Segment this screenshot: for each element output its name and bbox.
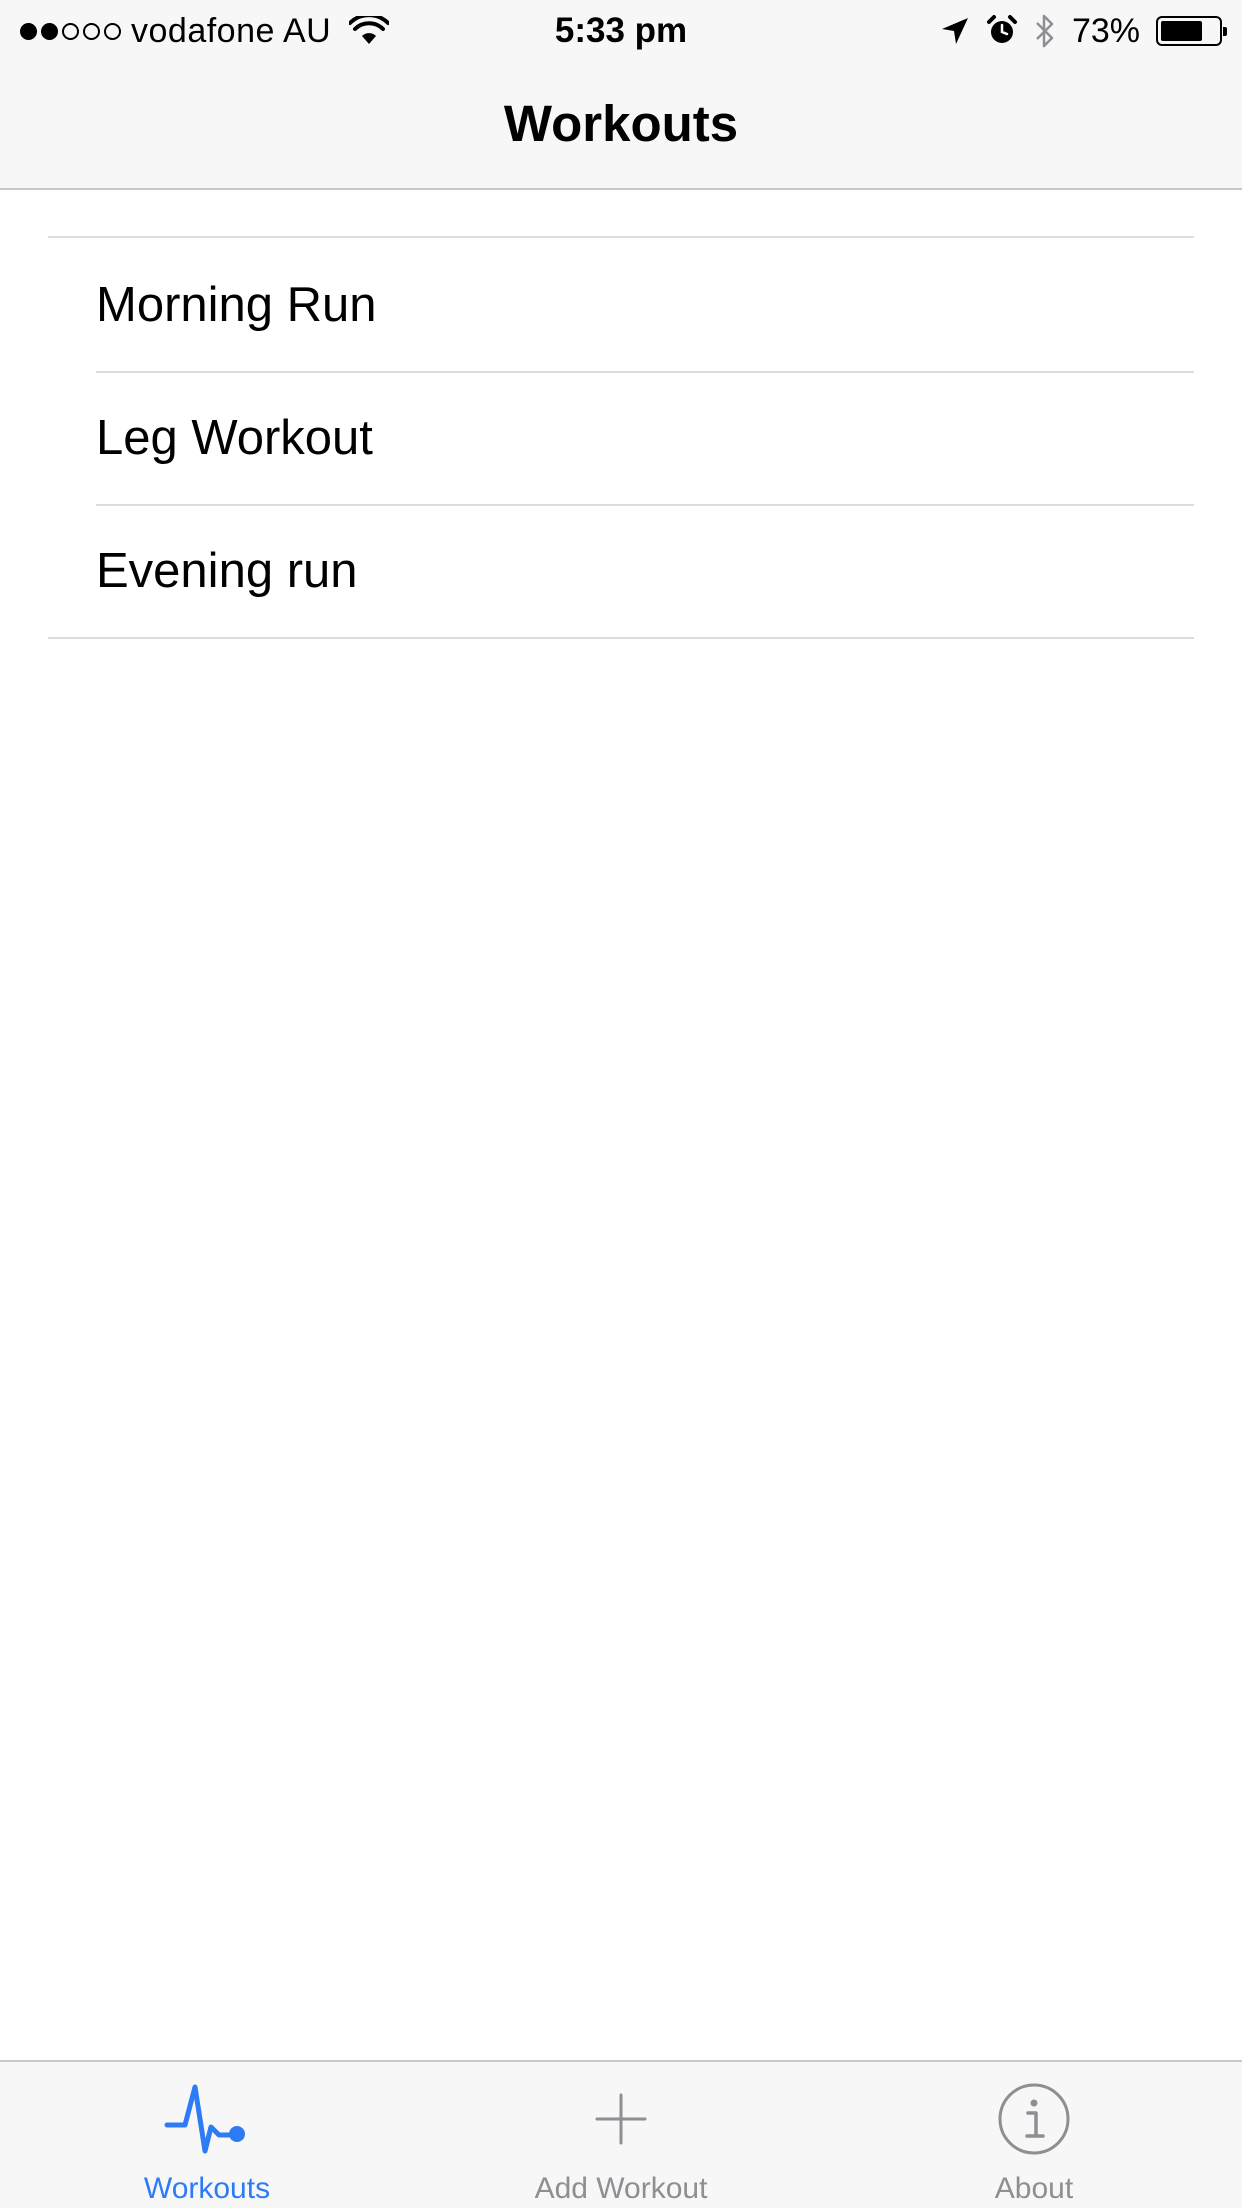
bluetooth-icon — [1036, 14, 1054, 48]
tab-about[interactable]: About — [884, 2062, 1184, 2208]
battery-icon — [1156, 16, 1227, 46]
plus-icon — [595, 2093, 647, 2145]
screen: vodafone AU 5:33 pm 73% Workouts Morning… — [0, 0, 1242, 2208]
location-arrow-icon — [941, 18, 968, 44]
workouts-table: Morning Run Leg Workout Evening run — [48, 236, 1194, 639]
navigation-bar: Workouts — [0, 62, 1242, 190]
tab-workouts[interactable]: Workouts — [57, 2062, 357, 2208]
workout-label: Leg Workout — [96, 410, 373, 465]
workout-label: Morning Run — [96, 277, 377, 332]
tab-label: About — [994, 2172, 1074, 2205]
workout-row-evening-run[interactable]: Evening run — [48, 504, 1194, 637]
status-right: 73% — [940, 0, 1227, 62]
workout-label: Evening run — [96, 543, 358, 598]
status-bar: vodafone AU 5:33 pm 73% — [0, 0, 1242, 62]
page-title: Workouts — [503, 94, 739, 152]
alarm-icon — [986, 15, 1017, 43]
workout-row-morning-run[interactable]: Morning Run — [48, 238, 1194, 371]
info-icon — [998, 2083, 1070, 2155]
tab-label: Add Workout — [534, 2172, 708, 2205]
battery-nub — [1223, 27, 1227, 36]
activity-pulse-icon — [164, 2084, 245, 2154]
tab-bar: Workouts Add Workout About — [0, 2060, 1242, 2208]
battery-percent: 73% — [1071, 11, 1140, 50]
battery-fill — [1161, 21, 1202, 41]
tab-label: Workouts — [143, 2172, 271, 2205]
tab-add-workout[interactable]: Add Workout — [471, 2062, 771, 2208]
workout-row-leg-workout[interactable]: Leg Workout — [48, 371, 1194, 504]
